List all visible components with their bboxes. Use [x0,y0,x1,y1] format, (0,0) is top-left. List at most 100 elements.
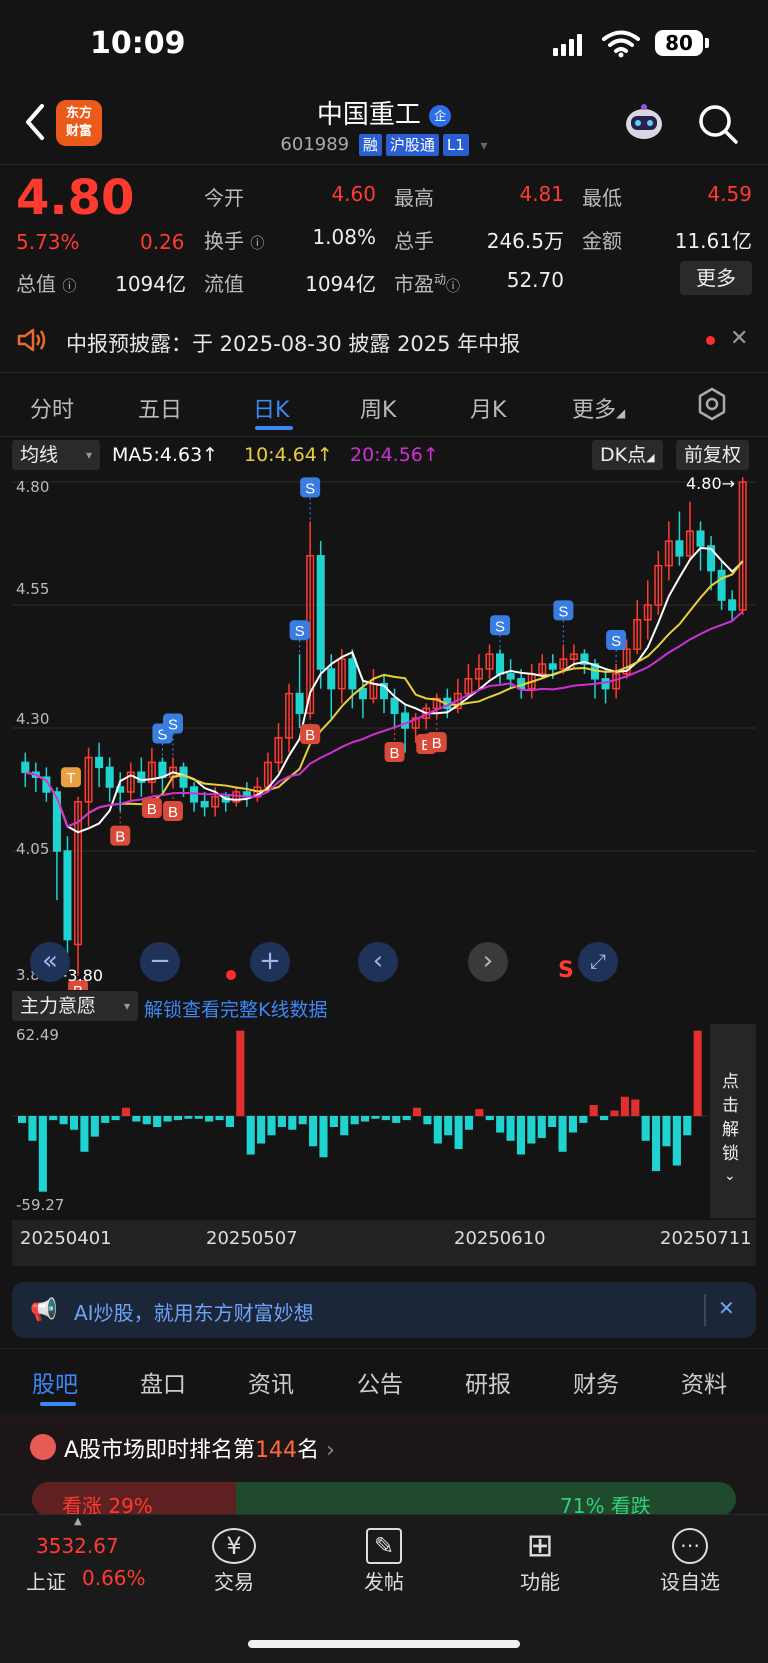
info-icon: ⓘ [446,279,461,295]
search-icon[interactable] [696,102,740,146]
mktcap-value: 1094亿 [115,272,186,296]
tab-order-book[interactable]: 盘口 [140,1365,186,1399]
sell-signal-label: S [611,633,621,650]
close-icon[interactable]: ✕ [730,326,748,351]
nav-function[interactable]: 功能 [490,1566,590,1595]
sub-indicator-select[interactable]: 主力意愿 ▾ [12,991,138,1021]
sell-signal-label: S [168,717,178,734]
ma20-legend: 20:4.56↑ [350,444,439,466]
volume-value: 246.5万 [486,229,564,253]
sub-bar [340,1116,349,1136]
scroll-left-button[interactable]: ‹ [358,942,398,982]
t-signal-label: T [66,770,75,787]
candle-body [158,761,167,778]
buy-signal-label: B [390,745,400,762]
index-name[interactable]: 上证 [26,1566,66,1595]
index-change[interactable]: 0.66% [82,1566,146,1590]
banner-divider [704,1294,706,1326]
index-value[interactable]: 3532.67 [36,1534,119,1558]
enterprise-badge: 企 [429,104,452,127]
buy-signal-label: B [168,804,178,821]
tabs-divider [0,436,768,437]
sub-bar [402,1116,411,1121]
robot-assistant-icon[interactable] [622,102,666,146]
sub-bar [464,1116,474,1130]
stock-name: 中国重工 [316,100,421,130]
sub-bar [631,1099,640,1116]
tab-profile[interactable]: 资料 [681,1365,727,1399]
trade-icon[interactable]: ¥ [212,1528,256,1564]
candlestick-chart[interactable]: BBBBBBBBSSSSSSST [12,474,756,990]
scroll-start-button[interactable]: « [30,942,70,982]
tab-forum[interactable]: 股吧 [32,1365,78,1399]
unlock-data-link[interactable]: 解锁查看完整K线数据 [144,995,327,1022]
sub-bar [537,1116,546,1139]
sub-bar [277,1116,286,1128]
buy-signal-label: B [147,801,157,818]
tab-weekly-k[interactable]: 周K [360,392,396,424]
nav-trade[interactable]: 交易 [184,1566,284,1595]
ai-banner-text[interactable]: AI炒股，就用东方财富妙想 [74,1297,314,1326]
sub-bar [329,1116,338,1128]
adjust-button[interactable]: 前复权 [676,440,750,470]
indicator-select[interactable]: 均线 ▾ [12,440,100,470]
battery-indicator: 80 [655,30,703,56]
candle-body [295,692,304,714]
tab-research[interactable]: 研报 [465,1365,511,1399]
nav-add-watchlist[interactable]: 设自选 [640,1566,740,1595]
sub-bar [111,1116,120,1121]
close-icon[interactable]: ✕ [718,1296,735,1320]
change-percent: 5.73% [16,230,80,254]
tab-more[interactable]: 更多◢ [572,392,625,424]
tab-five-day[interactable]: 五日 [138,392,182,424]
tab-finance[interactable]: 财务 [573,1365,619,1399]
notice-text[interactable]: 中报预披露：于 2025-08-30 披露 2025 年中报 [66,328,520,358]
high-value: 4.81 [519,182,564,206]
wifi-icon [602,30,640,58]
fullscreen-button[interactable]: ⤢ [578,942,618,982]
more-button[interactable]: 更多 [680,261,752,295]
zoom-out-button[interactable]: − [140,942,180,982]
tab-announcements[interactable]: 公告 [357,1365,403,1399]
x-axis-bar [12,1220,756,1266]
tab-news[interactable]: 资讯 [248,1365,294,1399]
sub-bar [527,1116,536,1144]
tab-active-indicator [255,426,293,430]
ma10-legend: 10:4.64↑ [244,444,333,466]
nav-post[interactable]: 发帖 [334,1566,434,1595]
sub-min-label: -59.27 [16,1196,65,1214]
mktcap-label: 总值 ⓘ [16,272,77,296]
sub-bar [38,1116,47,1192]
sub-bar [548,1116,557,1128]
chevron-down-icon: ⌄ [724,1168,736,1184]
tab-monthly-k[interactable]: 月K [470,392,506,424]
dk-point-button[interactable]: DK点◢ [592,440,663,470]
sub-bar [142,1116,151,1125]
candle-body [358,687,367,700]
sub-bar [90,1116,99,1137]
float-label: 流值 [204,272,244,296]
sub-bar [215,1116,224,1121]
add-watchlist-icon[interactable]: ⋯ [672,1528,708,1564]
status-time: 10:09 [90,26,186,61]
chart-settings-icon[interactable] [694,386,730,422]
unlock-label[interactable]: 点击解锁 [722,1070,744,1166]
sub-bar [298,1116,307,1125]
sub-bar [485,1116,494,1121]
pe-value: 52.70 [506,268,564,292]
ranking-text[interactable]: A股市场即时排名第144名 › [64,1432,335,1464]
post-icon[interactable]: ✎ [366,1528,402,1564]
sub-bar [173,1116,183,1121]
pe-label: 市盈动ⓘ [394,272,461,296]
scroll-right-button[interactable]: › [468,942,508,982]
tab-daily-k[interactable]: 日K [253,392,289,424]
tab-intraday[interactable]: 分时 [30,392,74,424]
candle-body [401,712,410,729]
low-value: 4.59 [707,182,752,206]
ma5-legend: MA5:4.63↑ [112,444,219,466]
zoom-in-button[interactable]: + [250,942,290,982]
low-label: 最低 [582,186,622,210]
sub-bar [225,1116,234,1128]
function-icon[interactable]: ⊞ [518,1526,562,1566]
y-tick-label: 4.55 [16,580,50,598]
